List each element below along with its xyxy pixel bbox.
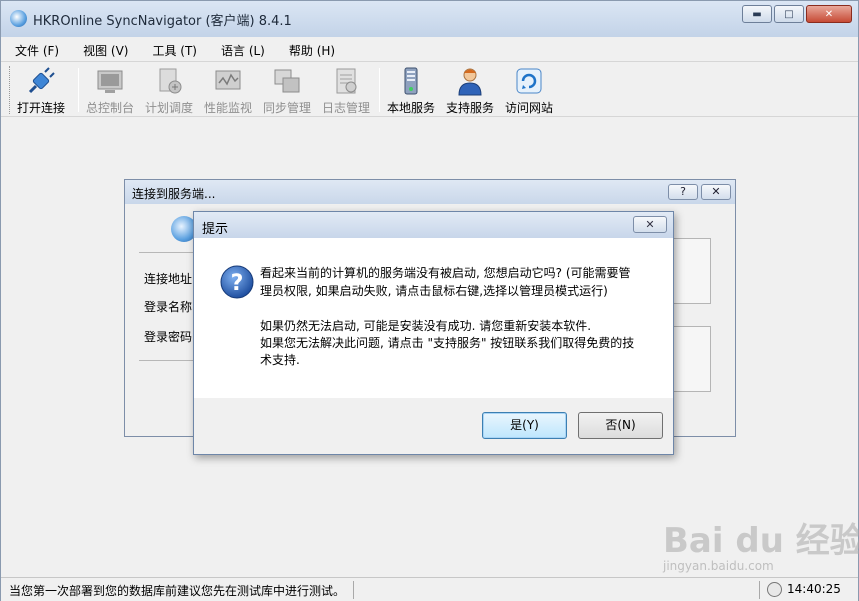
prompt-dialog: 提示 ✕ ? 看起来当前的计算机的服务端没有被启动, 您想启动它吗? (可能需要… [193, 211, 674, 455]
toolbar: 打开连接 总控制台 计划调度 性能监视 同步管理 日志管理 本地服务 支持服务 … [1, 61, 858, 117]
status-message: 当您第一次部署到您的数据库前建议您先在测试库中进行测试。 [9, 584, 346, 598]
prompt-dialog-title: 提示 [202, 222, 229, 237]
connect-dialog-title-bar[interactable]: 连接到服务端... ? ✕ [125, 180, 735, 204]
toolbar-console[interactable]: 总控制台 [86, 64, 134, 116]
toolbar-label: 支持服务 [446, 101, 495, 115]
toolbar-sync-manage[interactable]: 同步管理 [263, 64, 311, 116]
prompt-dialog-close-button[interactable]: ✕ [633, 216, 667, 233]
toolbar-separator [78, 68, 79, 112]
clock-icon [767, 582, 782, 597]
status-time: 14:40:25 [787, 582, 841, 596]
app-logo-icon [10, 10, 27, 27]
status-separator [759, 581, 760, 599]
toolbar-label: 本地服务 [387, 101, 436, 115]
toolbar-label: 同步管理 [263, 101, 312, 115]
password-label: 登录密码 [144, 330, 193, 344]
toolbar-label: 打开连接 [17, 101, 66, 115]
prompt-dialog-title-bar[interactable]: 提示 ✕ [194, 212, 673, 238]
toolbar-grip[interactable] [9, 66, 12, 114]
menu-help[interactable]: 帮助 (H) [289, 42, 335, 59]
prompt-message-line: 术支持. [260, 353, 300, 367]
connect-dialog-title: 连接到服务端... [132, 187, 216, 201]
toolbar-visit-website[interactable]: 访问网站 [505, 64, 553, 116]
menu-file[interactable]: 文件 (F) [15, 42, 59, 59]
prompt-dialog-body: ? 看起来当前的计算机的服务端没有被启动, 您想启动它吗? (可能需要管 理员权… [194, 238, 673, 398]
svg-text:?: ? [231, 271, 244, 296]
sync-manage-icon [272, 66, 302, 96]
toolbar-log-manage[interactable]: 日志管理 [322, 64, 370, 116]
connect-dialog-side-button[interactable] [673, 238, 711, 304]
toolbar-local-service[interactable]: 本地服务 [387, 64, 435, 116]
monitor-icon [213, 66, 243, 96]
menu-language[interactable]: 语言 (L) [221, 42, 265, 59]
menu-bar: 文件 (F) 视图 (V) 工具 (T) 语言 (L) 帮助 (H) [1, 39, 858, 61]
menu-view[interactable]: 视图 (V) [83, 42, 128, 59]
toolbar-label: 计划调度 [145, 101, 194, 115]
help-button[interactable]: ? [668, 184, 698, 200]
console-icon [95, 66, 125, 96]
connect-dialog-close-button[interactable]: ✕ [701, 184, 731, 200]
toolbar-separator [379, 68, 380, 112]
menu-tools[interactable]: 工具 (T) [152, 42, 197, 59]
prompt-message-line: 理员权限, 如果启动失败, 请点击鼠标右键,选择以管理员模式运行) [260, 284, 608, 298]
question-icon: ? [220, 265, 254, 299]
close-window-button[interactable]: ✕ [806, 5, 852, 23]
yes-button[interactable]: 是(Y) [482, 412, 567, 439]
connect-dialog-side-button[interactable] [673, 326, 711, 392]
status-bar: 当您第一次部署到您的数据库前建议您先在测试库中进行测试。 14:40:25 [1, 577, 858, 601]
toolbar-label: 性能监视 [204, 101, 253, 115]
support-person-icon [455, 66, 485, 96]
prompt-message-line: 看起来当前的计算机的服务端没有被启动, 您想启动它吗? (可能需要管 [260, 266, 631, 280]
log-icon [331, 66, 361, 96]
address-label: 连接地址 [144, 272, 193, 286]
toolbar-label: 日志管理 [322, 101, 371, 115]
prompt-message-line: 如果仍然无法启动, 可能是安装没有成功. 请您重新安装本软件. [260, 319, 592, 333]
web-refresh-icon [514, 66, 544, 96]
prompt-message-line: 如果您无法解决此问题, 请点击 "支持服务" 按钮联系我们取得免费的技 [260, 336, 635, 350]
toolbar-open-connection[interactable]: 打开连接 [17, 64, 65, 116]
status-separator [353, 581, 354, 599]
login-name-label: 登录名称 [144, 300, 193, 314]
minimize-button[interactable]: ▬ [742, 5, 772, 23]
plug-icon [26, 66, 56, 96]
schedule-icon [154, 66, 184, 96]
toolbar-performance[interactable]: 性能监视 [204, 64, 252, 116]
app-window: HKROnline SyncNavigator (客户端) 8.4.1 ▬ □ … [0, 0, 859, 601]
watermark-logo: Bai du 经验 [663, 521, 859, 561]
window-title: HKROnline SyncNavigator (客户端) 8.4.1 [33, 14, 292, 29]
toolbar-support-service[interactable]: 支持服务 [446, 64, 494, 116]
title-bar[interactable]: HKROnline SyncNavigator (客户端) 8.4.1 ▬ □ … [1, 1, 858, 37]
toolbar-label: 访问网站 [505, 101, 554, 115]
toolbar-schedule[interactable]: 计划调度 [145, 64, 193, 116]
watermark: Bai du 经验 jingyan.baidu.com [663, 513, 859, 583]
watermark-url: jingyan.baidu.com [663, 559, 774, 573]
no-button[interactable]: 否(N) [578, 412, 663, 439]
server-icon [396, 66, 426, 96]
maximize-button[interactable]: □ [774, 5, 804, 23]
toolbar-label: 总控制台 [86, 101, 135, 115]
